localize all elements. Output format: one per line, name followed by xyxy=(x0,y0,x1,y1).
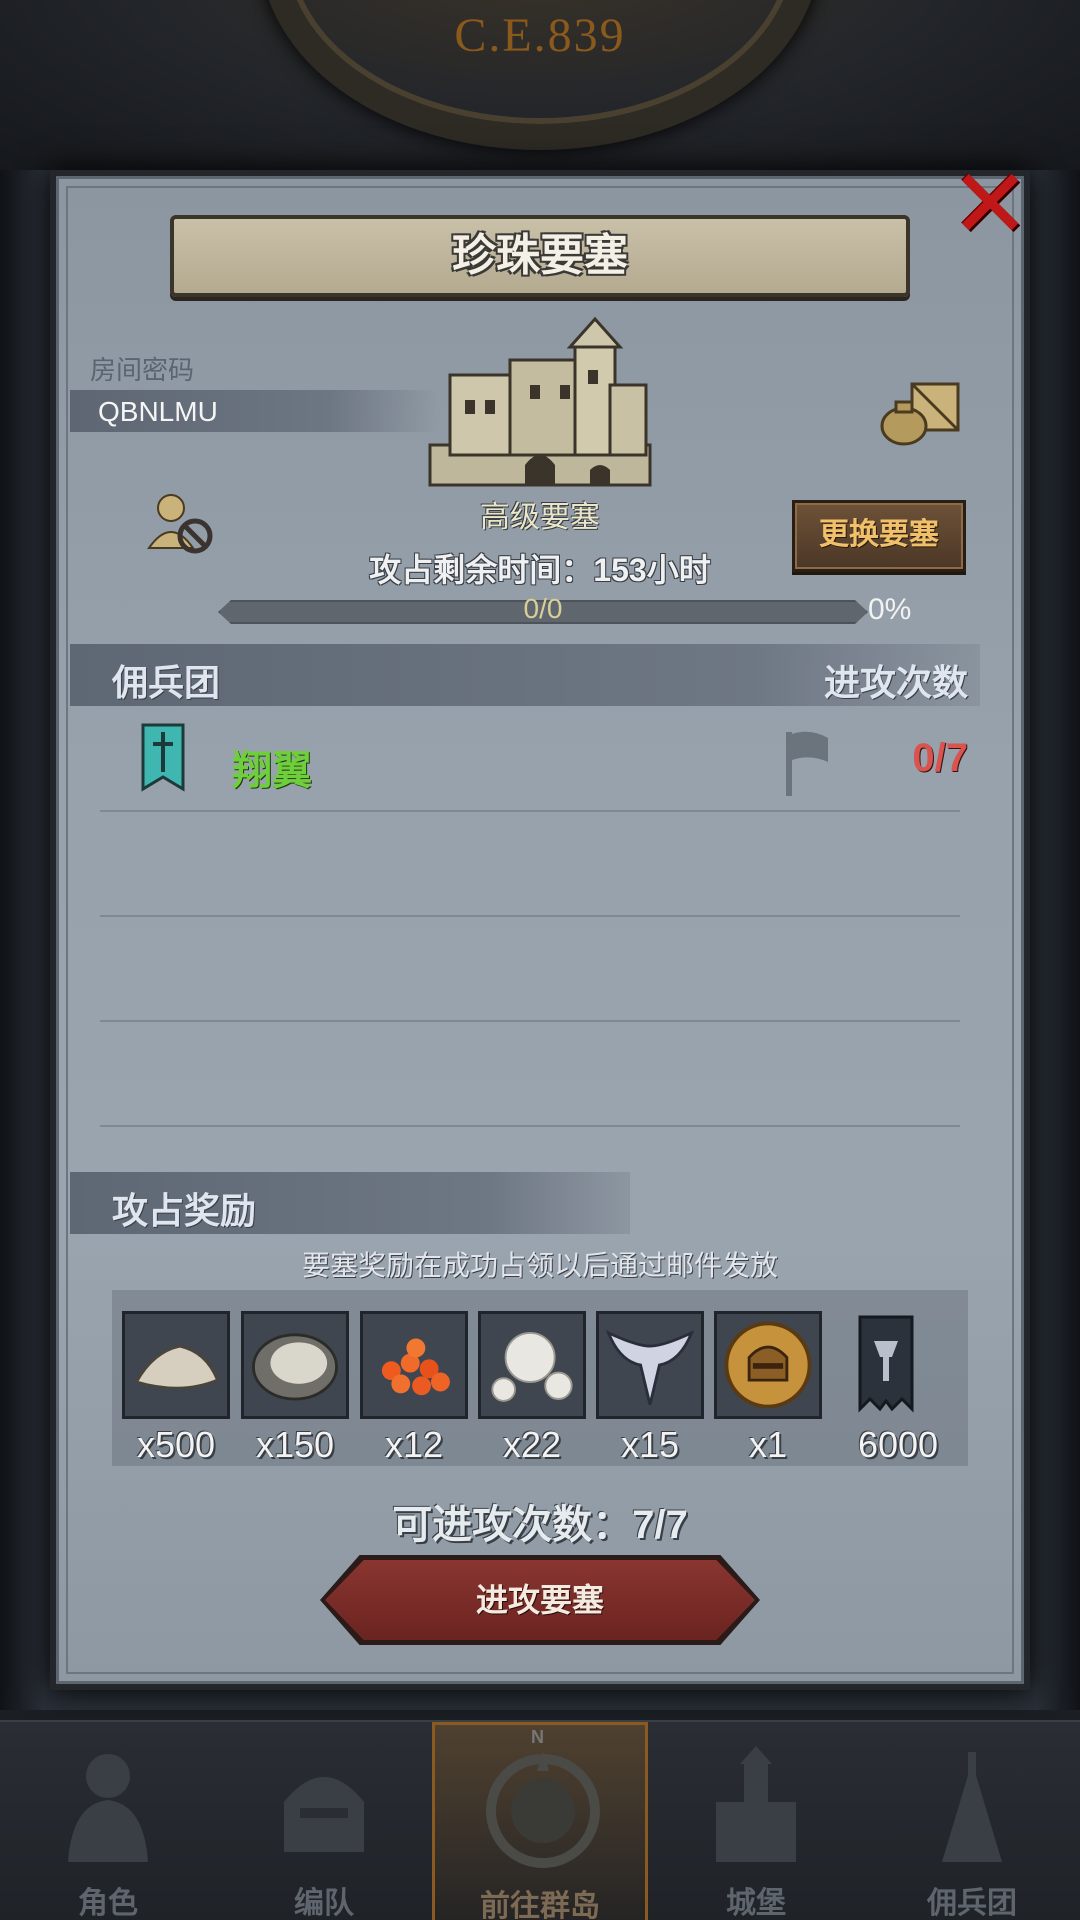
dialog-title: 珍珠要塞 xyxy=(452,231,628,280)
capture-progress-text: 0/0 xyxy=(523,593,563,624)
helmet-icon xyxy=(284,1777,364,1852)
nav-item-castle[interactable]: 城堡 xyxy=(648,1722,864,1920)
rewards-section-title: 攻占奖励 xyxy=(112,1190,257,1231)
reward-qty: x500 xyxy=(136,1424,216,1465)
nav-label: 前往群岛 xyxy=(480,1890,600,1920)
reward-item-oyster[interactable] xyxy=(241,1311,349,1419)
nav-label: 城堡 xyxy=(726,1887,786,1920)
reward-item-knight-coin[interactable] xyxy=(714,1311,822,1419)
bottom-nav: 角色 编队 N 前往群岛 城堡 佣兵团 xyxy=(0,1720,1080,1920)
room-code-band: QBNLMU xyxy=(70,390,440,432)
reward-qty: x15 xyxy=(620,1424,680,1465)
capture-timer: 攻占剩余时间：153小时 xyxy=(369,552,711,588)
mercenary-banner-icon xyxy=(141,723,185,792)
attacks-available: 可进攻次数：7/7 xyxy=(392,1503,688,1547)
era-label: C.E.839 xyxy=(454,9,626,62)
reward-mail-note: 要塞奖励在成功占领以后通过邮件发放 xyxy=(301,1250,778,1281)
title-plate: 珍珠要塞 xyxy=(170,215,910,297)
loot-bag-crate-icon[interactable] xyxy=(878,378,964,446)
row-divider xyxy=(100,915,960,917)
reward-item-fish-roe[interactable] xyxy=(360,1311,468,1419)
close-button[interactable]: ✕ xyxy=(950,157,1030,253)
wings-emblem-icon xyxy=(605,1330,695,1405)
reward-qty: x150 xyxy=(255,1424,335,1465)
oyster-icon xyxy=(252,1333,338,1401)
reward-qty: x1 xyxy=(748,1424,788,1465)
mercenary-section-title: 佣兵团 xyxy=(112,662,221,703)
axe-warrior-icon xyxy=(942,1752,1002,1862)
flag-icon xyxy=(786,731,828,796)
fish-roe-icon xyxy=(381,1338,450,1396)
reward-qty: 6000 xyxy=(857,1424,939,1465)
row-divider xyxy=(100,1125,960,1127)
nav-item-formation[interactable]: 编队 xyxy=(216,1722,432,1920)
castle-nav-icon xyxy=(716,1746,796,1862)
room-code: QBNLMU xyxy=(98,396,218,427)
reward-item-pearls[interactable] xyxy=(478,1311,586,1419)
stone-ore-icon xyxy=(134,1344,220,1390)
reward-qty: x22 xyxy=(502,1424,562,1465)
castle-icon xyxy=(428,316,652,487)
attack-count-header: 进攻次数 xyxy=(823,662,968,703)
reward-item-stone-ore[interactable] xyxy=(122,1311,230,1419)
knight-helmet-coin-icon xyxy=(724,1321,812,1409)
knight-icon xyxy=(68,1754,148,1862)
attack-fortress-button-label[interactable]: 进攻要塞 xyxy=(325,1560,755,1640)
close-icon: ✕ xyxy=(950,151,1031,258)
row-divider xyxy=(100,810,960,812)
guild-banner-icon xyxy=(858,1315,914,1413)
nav-item-mercenary[interactable]: 佣兵团 xyxy=(864,1722,1080,1920)
compass-icon xyxy=(486,1751,600,1868)
room-password-label: 房间密码 xyxy=(90,355,195,385)
reward-item-wings-emblem[interactable] xyxy=(596,1311,704,1419)
nav-item-character[interactable]: 角色 xyxy=(0,1722,216,1920)
capture-progress-percent: 0% xyxy=(868,593,912,626)
row-divider xyxy=(100,1020,960,1022)
era-dial-background: C.E.839 xyxy=(0,0,1080,170)
nav-label: 编队 xyxy=(294,1887,354,1920)
mercenary-attack-count: 0/7 xyxy=(912,736,968,780)
pearls-icon xyxy=(491,1331,573,1402)
nav-label: 佣兵团 xyxy=(927,1887,1017,1920)
mercenary-name: 翔翼 xyxy=(232,749,312,793)
mercenary-row[interactable]: 翔翼 0/7 xyxy=(100,710,980,810)
reward-item-guild-banner[interactable] xyxy=(832,1311,940,1419)
nav-label: 角色 xyxy=(78,1887,138,1920)
nav-item-islands[interactable]: N 前往群岛 xyxy=(432,1722,648,1920)
reward-qty: x12 xyxy=(384,1424,444,1465)
